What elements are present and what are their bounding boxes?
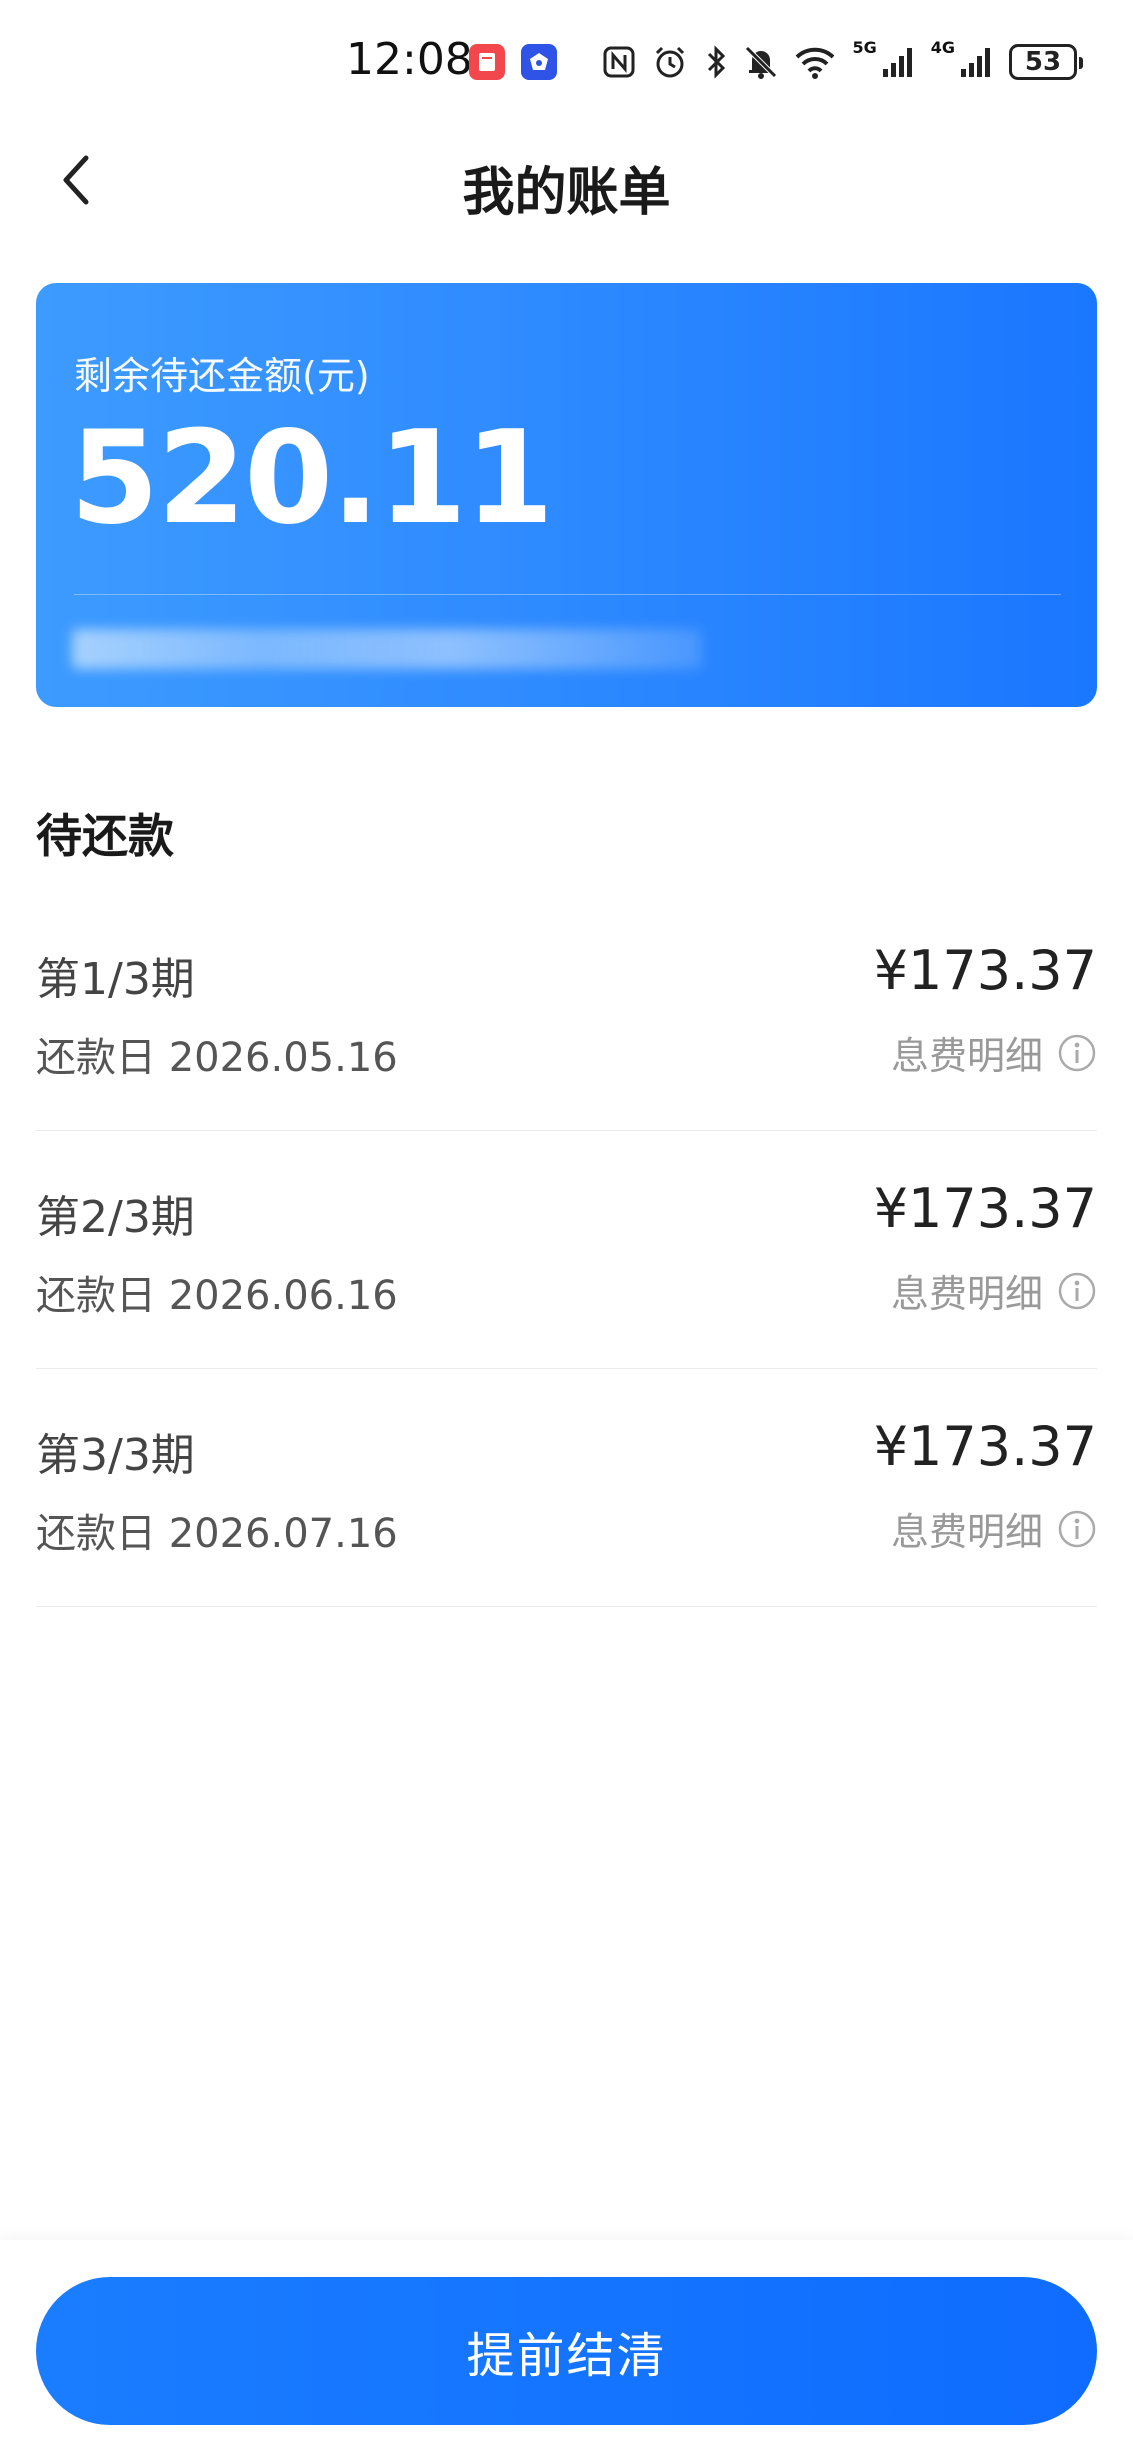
due-date: 还款日 2026.06.16 [36,1273,398,1319]
fee-detail-link[interactable]: 息费明细 [891,1263,1097,1318]
blue-app-notification-icon [521,44,557,80]
status-time: 12:08 [346,34,473,85]
signal-5g-icon [882,48,912,77]
mute-bell-icon [745,46,778,79]
battery-icon: 53 [1009,44,1083,80]
installment-amount: ¥173.37 [873,1415,1097,1478]
pending-section-title: 待还款 [36,809,174,863]
info-icon[interactable] [1057,1509,1097,1549]
status-icons: 5G 4G 53 [602,38,1083,86]
fee-detail-label: 息费明细 [890,1510,1043,1554]
installment-list: 第1/3期 还款日 2026.05.16 ¥173.37 息费明细 第2/3期 … [36,893,1097,1607]
page-title: 我的账单 [462,163,671,223]
installment-amount: ¥173.37 [873,939,1097,1002]
remaining-amount-label: 剩余待还金额(元) [74,354,370,398]
period-label: 第3/3期 [36,1430,195,1481]
nfc-icon [603,46,635,78]
due-date: 还款日 2026.07.16 [36,1511,398,1557]
fee-detail-link[interactable]: 息费明细 [891,1501,1097,1556]
status-bar: 12:08 5G 4G 53 [0,0,1133,120]
balance-card: 剩余待还金额(元) 520.11 [36,283,1097,707]
early-settle-button[interactable]: 提前结清 [36,2277,1097,2425]
bluetooth-icon [708,45,726,79]
period-label: 第1/3期 [36,954,195,1005]
red-app-notification-icon [469,44,505,80]
due-date: 还款日 2026.05.16 [36,1035,398,1081]
fee-detail-label: 息费明细 [890,1034,1043,1078]
signal-4g-icon [961,48,990,77]
alarm-icon [656,46,685,78]
info-icon[interactable] [1057,1033,1097,1073]
installment-row-2[interactable]: 第2/3期 还款日 2026.06.16 ¥173.37 息费明细 [36,1131,1097,1369]
bottom-action-bar: 提前结清 [0,2240,1133,2453]
redacted-info [72,629,702,669]
installment-row-3[interactable]: 第3/3期 还款日 2026.07.16 ¥173.37 息费明细 [36,1369,1097,1607]
network-5g-label: 5G [852,38,877,57]
nav-bar: 我的账单 [0,130,1133,230]
installment-row-1[interactable]: 第1/3期 还款日 2026.05.16 ¥173.37 息费明细 [36,893,1097,1131]
card-divider [74,594,1061,595]
network-4g-label: 4G [930,38,955,57]
info-icon[interactable] [1057,1271,1097,1311]
fee-detail-link[interactable]: 息费明细 [891,1025,1097,1080]
installment-amount: ¥173.37 [873,1177,1097,1240]
wifi-icon [796,47,835,79]
period-label: 第2/3期 [36,1192,195,1243]
remaining-amount-value: 520.11 [70,404,554,553]
fee-detail-label: 息费明细 [890,1272,1043,1316]
